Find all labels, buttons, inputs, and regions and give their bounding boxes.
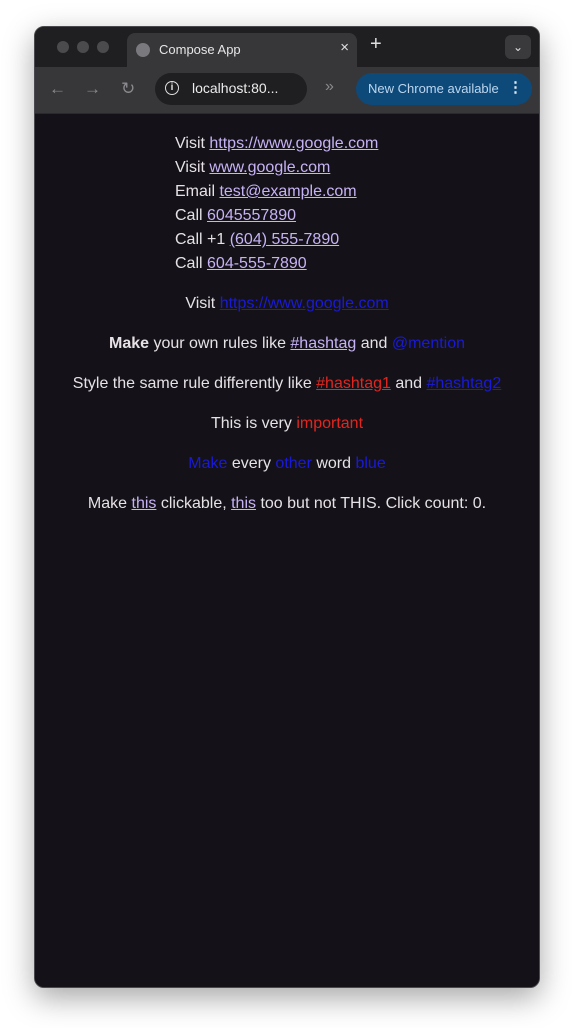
hashtag2-link[interactable]: #hashtag2 [426,375,501,392]
forward-arrow-icon[interactable]: → [84,79,101,99]
blue-word: Make [188,455,228,472]
and-text: and [356,335,392,352]
update-label: New Chrome available [368,81,499,96]
phone-link[interactable]: 604-555-7890 [207,255,307,272]
this-link[interactable]: this [132,495,157,512]
link-prefix: Call [175,255,208,272]
blue-word: blue [355,455,386,472]
link-line: Call 604-555-7890 [175,252,378,276]
back-arrow-icon[interactable]: ← [49,79,66,99]
email-link[interactable]: test@example.com [219,183,356,200]
link-prefix: Email [175,183,220,200]
minimize-window-dot[interactable] [77,41,89,53]
globe-icon [136,43,150,57]
hashtag1-link[interactable]: #hashtag1 [316,375,391,392]
important-line: This is very important [35,412,539,436]
close-tab-icon[interactable]: × [340,39,349,56]
mention-text[interactable]: @mention [392,335,465,352]
update-chrome-button[interactable]: New Chrome available ⋮ [356,73,532,105]
reload-icon[interactable]: ↻ [121,79,135,99]
visit-link[interactable]: https://www.google.com [220,295,389,312]
link-line: Visit https://www.google.com [175,132,378,156]
and-text: and [390,375,427,392]
kebab-menu-icon[interactable]: ⋮ [508,78,523,96]
link-line: Email test@example.com [175,180,378,204]
url-link[interactable]: https://www.google.com [209,135,378,152]
hashtag-link[interactable]: #hashtag [290,335,356,352]
plain-word: every [227,455,276,472]
tab-search-button[interactable]: ⌄ [505,35,531,59]
make-bold-text: Make [108,335,150,352]
site-info-icon[interactable]: i [165,81,179,95]
tab-compose-app[interactable]: Compose App × [127,33,357,67]
click-count-line: Make this clickable, this too but not TH… [35,492,539,516]
click-text: clickable, [156,495,232,512]
close-window-dot[interactable] [57,41,69,53]
new-tab-icon[interactable]: + [370,33,382,56]
rules-line: Make your own rules like #hashtag and @m… [35,332,539,356]
page-content: Visit https://www.google.com Visit www.g… [35,114,539,987]
extensions-chevron-icon[interactable]: » [325,78,334,96]
tab-title: Compose App [159,42,241,57]
phone-link[interactable]: (604) 555-7890 [230,231,339,248]
auto-links-block: Visit https://www.google.com Visit www.g… [175,132,378,276]
phone-link[interactable]: 6045557890 [207,207,296,224]
tab-strip: Compose App × + ⌄ [35,27,539,67]
important-prefix: This is very [210,415,297,432]
blue-word: other [275,455,317,472]
maximize-window-dot[interactable] [97,41,109,53]
visit-line: Visit https://www.google.com [35,292,539,316]
link-line: Visit www.google.com [175,156,378,180]
link-line: Call +1 (604) 555-7890 [175,228,378,252]
url-link[interactable]: www.google.com [209,159,330,176]
style-prefix: Style the same rule differently like [72,375,317,392]
click-text: Make [87,495,132,512]
link-prefix: Visit [175,135,210,152]
style-line: Style the same rule differently like #ha… [35,372,539,396]
browser-window: Compose App × + ⌄ ← → ↻ i localhost:80..… [34,26,540,988]
link-line: Call 6045557890 [175,204,378,228]
rules-text: your own rules like [149,335,291,352]
click-count-text: too but not THIS. Click count: 0. [256,495,487,512]
this-link[interactable]: this [231,495,256,512]
visit-prefix: Visit [185,295,220,312]
plain-word: word [316,455,356,472]
address-text: localhost:80... [192,80,279,96]
every-other-line: Make every other word blue [35,452,539,476]
address-bar[interactable]: i localhost:80... [155,73,307,105]
important-text: important [296,415,364,432]
link-prefix: Call +1 [175,231,230,248]
link-prefix: Visit [175,159,210,176]
browser-toolbar: ← → ↻ i localhost:80... » New Chrome ava… [35,67,539,114]
link-prefix: Call [175,207,208,224]
